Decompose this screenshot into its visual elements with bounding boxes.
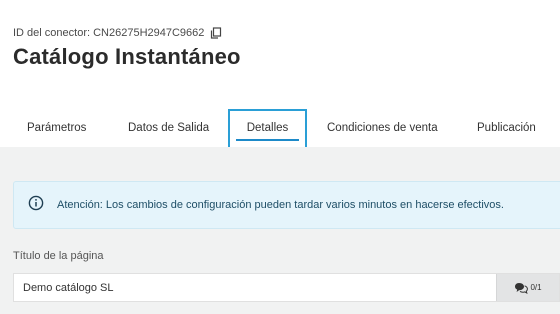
tab-label: Detalles <box>246 122 289 134</box>
counter-text: 0/1 <box>530 283 542 292</box>
tab-bar: Parámetros Datos de Salida Detalles Cond… <box>0 109 560 151</box>
tab-publicacion[interactable]: Publicación <box>477 114 536 147</box>
info-alert: Atención: Los cambios de configuración p… <box>13 181 560 229</box>
tab-label: Parámetros <box>27 122 87 134</box>
page-title-input[interactable] <box>14 274 498 301</box>
page-title-label: Título de la página <box>13 250 104 262</box>
active-tab-indicator <box>236 139 299 141</box>
tab-label: Datos de Salida <box>128 122 210 134</box>
character-counter[interactable]: 0/1 <box>496 274 559 301</box>
tab-label: Condiciones de venta <box>327 122 438 134</box>
page-header: ID del conector: CN26275H2947C9662 Catál… <box>0 0 560 151</box>
details-panel: Atención: Los cambios de configuración p… <box>0 147 560 314</box>
tab-detalles[interactable]: Detalles <box>228 109 307 151</box>
page-title-field: 0/1 <box>13 273 560 302</box>
comment-icon <box>515 282 529 294</box>
tab-datos-de-salida[interactable]: Datos de Salida <box>128 114 209 147</box>
copy-icon[interactable] <box>210 27 222 39</box>
connector-id-text: ID del conector: CN26275H2947C9662 <box>13 27 205 39</box>
alert-message: Atención: Los cambios de configuración p… <box>57 199 504 211</box>
tab-condiciones-de-venta[interactable]: Condiciones de venta <box>327 114 438 147</box>
tab-parametros[interactable]: Parámetros <box>27 114 86 147</box>
tab-label: Publicación <box>477 122 536 134</box>
info-icon <box>28 195 44 211</box>
connector-id: ID del conector: CN26275H2947C9662 <box>13 27 222 39</box>
page-title: Catálogo Instantáneo <box>13 44 241 69</box>
